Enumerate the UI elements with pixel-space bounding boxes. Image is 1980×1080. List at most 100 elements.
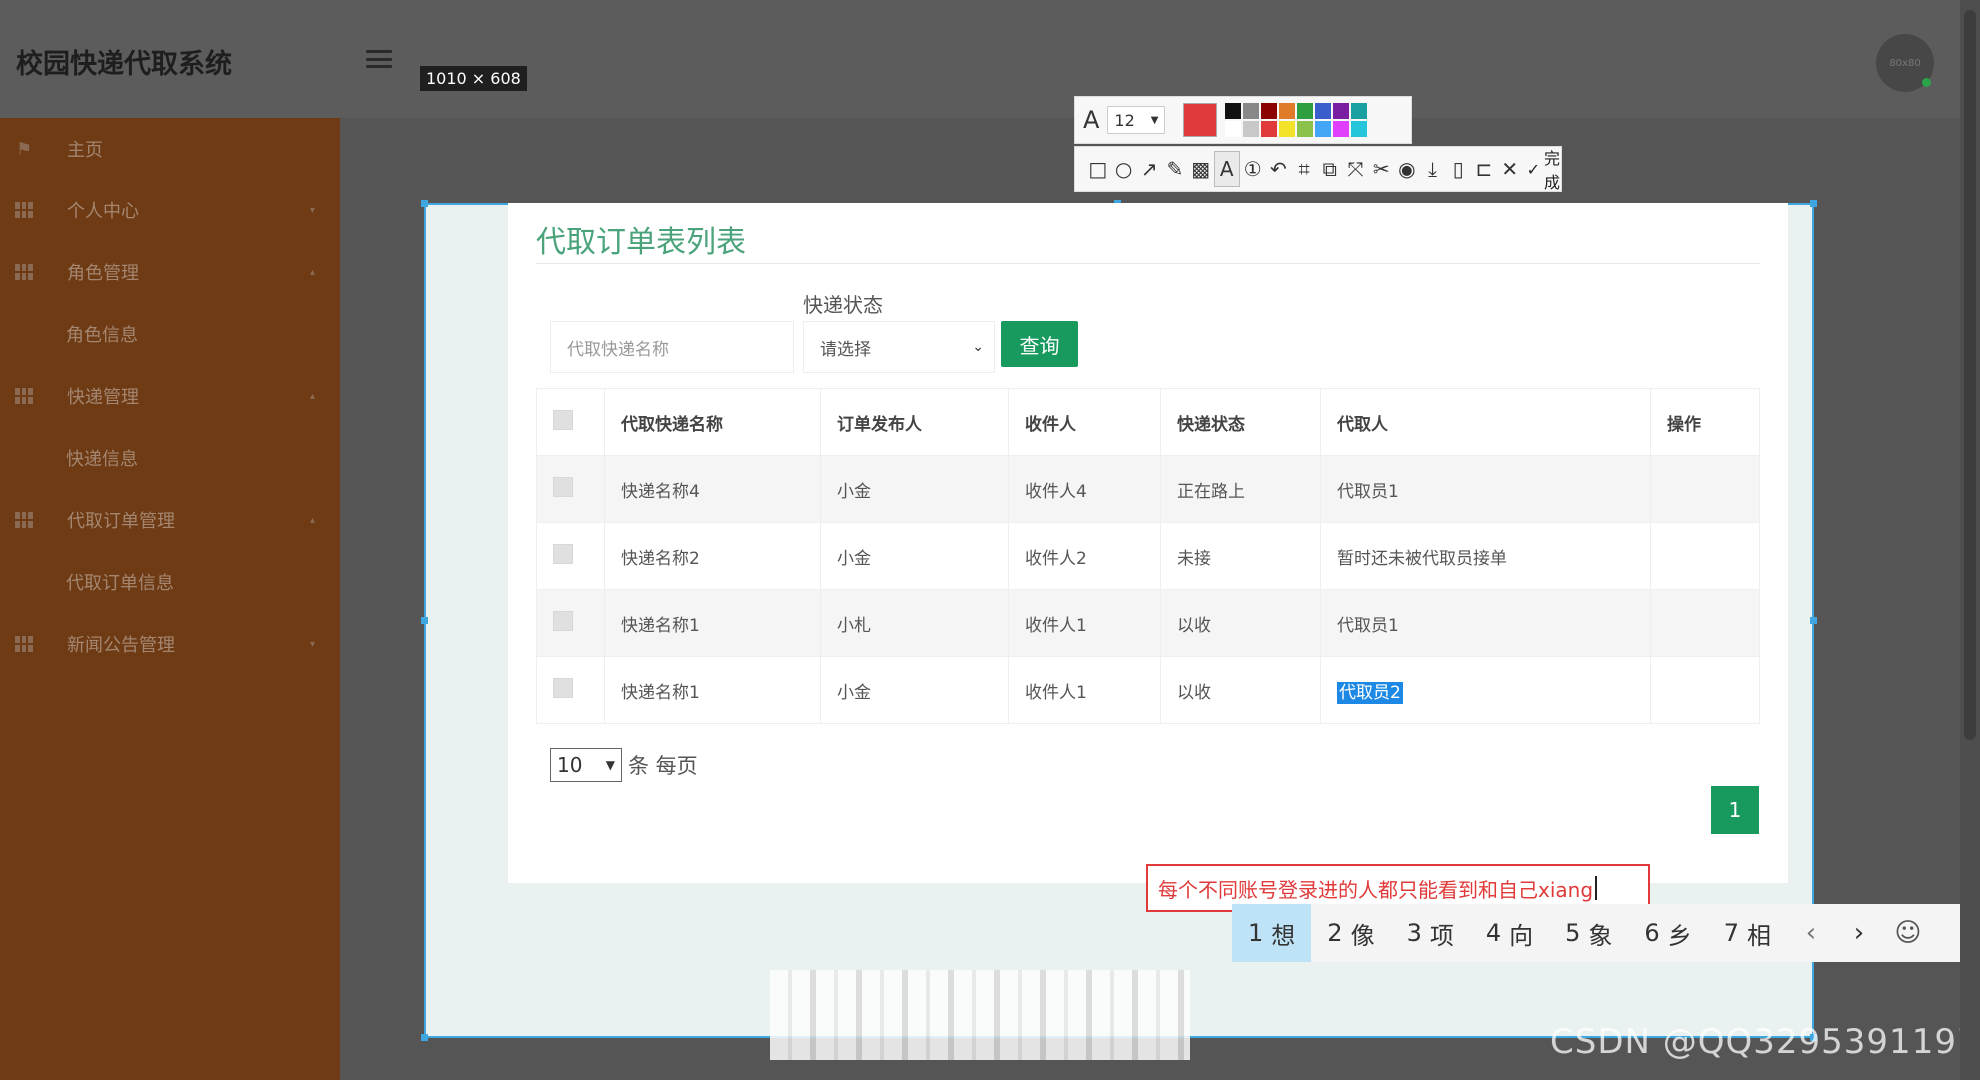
ime-candidate[interactable]: 2像 xyxy=(1311,904,1390,962)
color-swatch[interactable] xyxy=(1333,121,1350,137)
color-swatch[interactable] xyxy=(1261,121,1278,137)
bookmark-icon[interactable]: ⊏ xyxy=(1471,151,1497,187)
candidate-char: 想 xyxy=(1271,921,1296,950)
arrow-icon[interactable]: ↗ xyxy=(1136,151,1162,187)
row-checkbox[interactable] xyxy=(553,543,573,564)
color-swatch[interactable] xyxy=(1279,121,1296,137)
query-button[interactable]: 查询 xyxy=(1001,321,1078,367)
candidate-number: 5 xyxy=(1565,919,1581,947)
select-all-cell[interactable] xyxy=(536,388,605,456)
resize-handle[interactable] xyxy=(1810,200,1817,207)
blurred-region xyxy=(770,970,1190,1060)
resize-handle[interactable] xyxy=(421,1034,428,1041)
color-swatch[interactable] xyxy=(1351,103,1368,119)
download-icon[interactable]: ⤓ xyxy=(1420,151,1446,187)
sidebar-item-personal-center[interactable]: 个人中心 ▾ xyxy=(0,190,340,230)
candidate-char: 象 xyxy=(1588,921,1613,950)
pencil-icon[interactable]: ✎ xyxy=(1162,151,1188,187)
close-icon[interactable]: ✕ xyxy=(1497,151,1523,187)
current-color-swatch[interactable] xyxy=(1183,103,1218,137)
color-palette xyxy=(1225,103,1368,137)
resize-handle[interactable] xyxy=(421,200,428,207)
color-swatch[interactable] xyxy=(1279,103,1296,119)
candidate-char: 向 xyxy=(1509,921,1534,950)
table-cell: 暂时还未被代取员接单 xyxy=(1320,522,1651,590)
scrollbar[interactable] xyxy=(1960,0,1980,1080)
row-checkbox[interactable] xyxy=(553,610,573,631)
menu-toggle-icon[interactable] xyxy=(366,50,392,68)
pin-icon[interactable]: ⧉ xyxy=(1317,151,1343,187)
sidebar-item-order-info[interactable]: 代取订单信息 xyxy=(0,562,340,602)
record-icon[interactable]: ◉ xyxy=(1394,151,1420,187)
table-cell: 代取员1 xyxy=(1320,455,1651,523)
scrollbar-thumb[interactable] xyxy=(1964,10,1976,740)
page-size-select[interactable]: 10 ▼ xyxy=(550,748,622,782)
ocr-icon[interactable]: ⤧ xyxy=(1343,151,1369,187)
row-checkbox[interactable] xyxy=(553,677,573,698)
ime-candidate[interactable]: 7相 xyxy=(1708,904,1787,962)
ime-candidate[interactable]: 4向 xyxy=(1470,904,1549,962)
row-select-cell[interactable] xyxy=(536,522,605,590)
font-icon: A xyxy=(1083,106,1100,134)
undo-icon[interactable]: ↶ xyxy=(1266,151,1292,187)
select-all-checkbox[interactable] xyxy=(553,409,573,430)
row-select-cell[interactable] xyxy=(536,589,605,657)
resize-handle[interactable] xyxy=(1810,617,1817,624)
table-cell: 代取员2 xyxy=(1320,656,1651,724)
row-select-cell[interactable] xyxy=(536,455,605,523)
color-swatch[interactable] xyxy=(1351,121,1368,137)
ime-candidate[interactable]: 5象 xyxy=(1549,904,1628,962)
sidebar-item-news-management[interactable]: 新闻公告管理 ▾ xyxy=(0,624,340,664)
serial-icon[interactable]: ① xyxy=(1240,151,1266,187)
sidebar-item-express-info[interactable]: 快递信息 xyxy=(0,438,340,478)
color-swatch[interactable] xyxy=(1297,121,1314,137)
page-button-current[interactable]: 1 xyxy=(1711,786,1759,834)
status-select[interactable]: 请选择 ⌄ xyxy=(803,321,995,373)
table-cell xyxy=(1650,656,1760,724)
color-swatch[interactable] xyxy=(1225,103,1242,119)
sidebar-item-home[interactable]: ⚑ 主页 xyxy=(0,129,340,169)
table-cell: 正在路上 xyxy=(1160,455,1321,523)
color-swatch[interactable] xyxy=(1297,103,1314,119)
column-header: 操作 xyxy=(1650,388,1760,456)
table-cell: 以收 xyxy=(1160,589,1321,657)
sidebar-item-role-info[interactable]: 角色信息 xyxy=(0,314,340,354)
order-list-card: 代取订单表列表 快递状态 代取快递名称 请选择 ⌄ 查询 代取快递名称 订单发布… xyxy=(508,203,1788,883)
chevron-down-icon: ▼ xyxy=(1150,114,1159,126)
table-cell: 小金 xyxy=(820,656,1009,724)
color-swatch[interactable] xyxy=(1225,121,1242,137)
emoji-icon[interactable]: ☺ xyxy=(1883,918,1933,948)
chevron-right-icon[interactable]: › xyxy=(1835,918,1883,948)
ime-candidate[interactable]: 6乡 xyxy=(1628,904,1707,962)
chevron-left-icon[interactable]: ‹ xyxy=(1787,918,1835,948)
mosaic-icon[interactable]: ▩ xyxy=(1188,151,1214,187)
row-select-cell[interactable] xyxy=(536,656,605,724)
sidebar-item-order-management[interactable]: 代取订单管理 ▴ xyxy=(0,500,340,540)
text-caret xyxy=(1595,876,1598,900)
sidebar-item-express-management[interactable]: 快递管理 ▴ xyxy=(0,376,340,416)
ellipse-icon[interactable]: ○ xyxy=(1111,151,1137,187)
done-button[interactable]: ✓ 完成 xyxy=(1527,145,1561,193)
color-swatch[interactable] xyxy=(1243,103,1260,119)
sidebar-item-label: 个人中心 xyxy=(67,201,139,222)
color-swatch[interactable] xyxy=(1333,103,1350,119)
table-cell: 快递名称2 xyxy=(604,522,821,590)
translate-icon[interactable]: ✂ xyxy=(1368,151,1394,187)
search-input[interactable]: 代取快递名称 xyxy=(550,321,794,373)
color-swatch[interactable] xyxy=(1315,103,1332,119)
crop-icon[interactable]: ⌗ xyxy=(1291,151,1317,187)
sidebar-item-role-management[interactable]: 角色管理 ▴ xyxy=(0,252,340,292)
color-swatch[interactable] xyxy=(1315,121,1332,137)
color-swatch[interactable] xyxy=(1261,103,1278,119)
resize-handle[interactable] xyxy=(421,617,428,624)
color-swatch[interactable] xyxy=(1243,121,1260,137)
ime-candidate[interactable]: 1想 xyxy=(1232,904,1312,962)
text-icon[interactable]: A xyxy=(1213,151,1240,187)
ime-candidate[interactable]: 3项 xyxy=(1391,904,1470,962)
table-row: 快递名称1 小金 收件人1 以收 代取员2 xyxy=(536,656,1760,724)
save-icon[interactable]: ▯ xyxy=(1445,151,1471,187)
rect-icon[interactable]: □ xyxy=(1085,151,1111,187)
row-checkbox[interactable] xyxy=(553,476,573,497)
font-size-select[interactable]: 12 ▼ xyxy=(1107,106,1166,134)
candidate-number: 2 xyxy=(1327,919,1343,947)
